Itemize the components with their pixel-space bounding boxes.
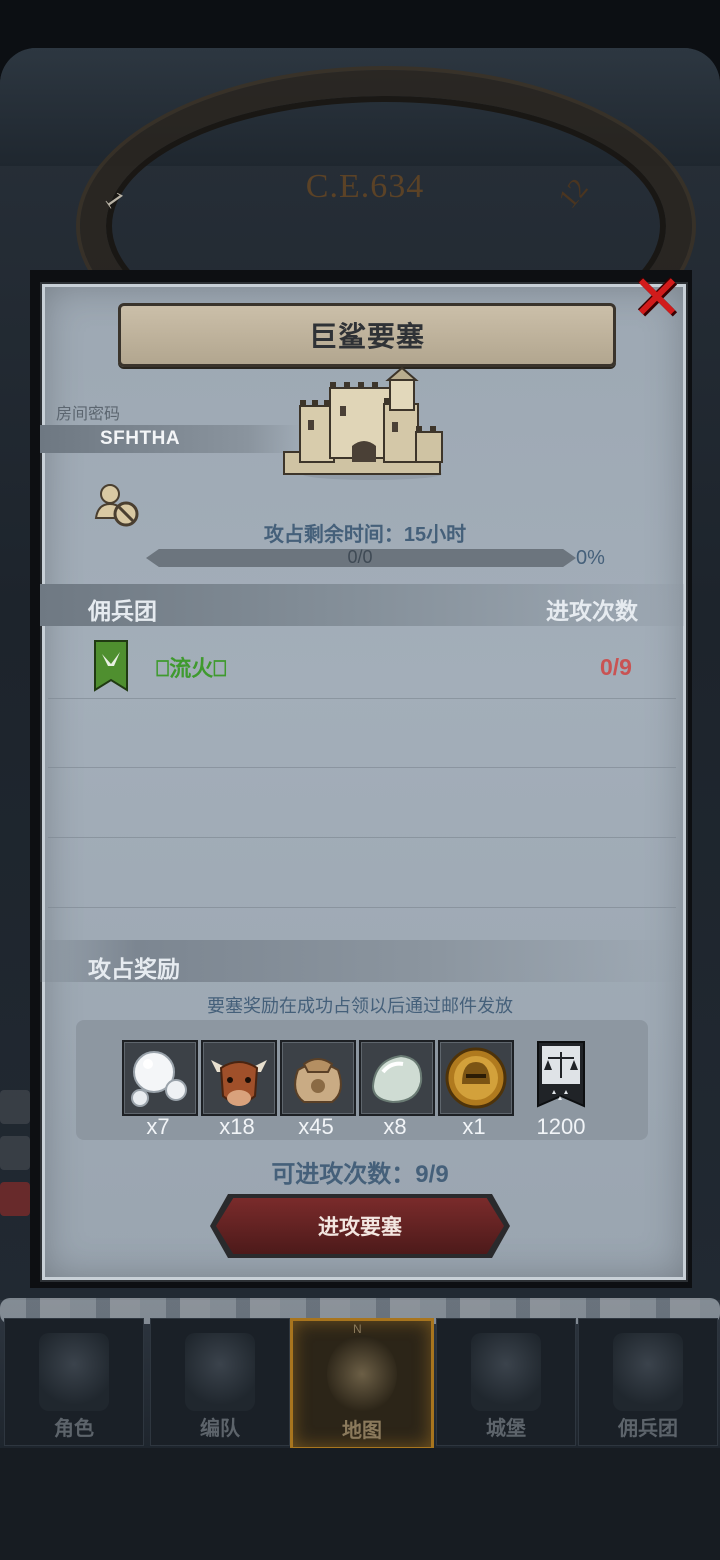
gem-stone-icon	[371, 1054, 423, 1104]
guild-name[interactable]: ⎕流火⎕	[156, 651, 226, 683]
era-label: C.E.634	[305, 168, 425, 205]
formation-icon	[185, 1333, 255, 1411]
mercenary-icon	[613, 1333, 683, 1411]
sack-icon	[294, 1058, 342, 1103]
edge-scroll-icon[interactable]	[0, 1090, 30, 1124]
capture-progress-text: 0/0	[347, 547, 373, 567]
rewards-note: 要塞奖励在成功占领以后通过邮件发放	[207, 996, 513, 1016]
reward-slot[interactable]	[528, 1040, 600, 1112]
row-divider	[48, 837, 676, 838]
reward-count: x18	[219, 1114, 255, 1139]
bottom-safe-area	[0, 1448, 720, 1560]
close-icon: ✕	[631, 264, 683, 333]
reward-count: x45	[298, 1114, 334, 1139]
reward-count: x7	[146, 1114, 170, 1139]
compass-map-icon	[327, 1335, 397, 1413]
close-button[interactable]: ✕	[628, 264, 686, 333]
edge-scroll-icon[interactable]	[0, 1136, 30, 1170]
capture-progress-percent: 0%	[576, 547, 605, 569]
castle-icon	[471, 1333, 541, 1411]
reward-count: x8	[383, 1114, 407, 1139]
row-divider	[48, 698, 676, 699]
nav-label: 佣兵团	[618, 1418, 678, 1440]
edge-swords-icon[interactable]	[0, 1182, 30, 1216]
nav-item-mercenaries[interactable]: 佣兵团	[578, 1318, 718, 1446]
pearls-icon	[131, 1051, 187, 1107]
nav-item-formation[interactable]: 编队	[150, 1318, 290, 1446]
room-code-value: SFHTHA	[100, 428, 181, 449]
room-code-label: 房间密码	[56, 406, 121, 423]
row-divider	[48, 907, 676, 908]
remaining-attempts: 可进攻次数：9/9	[271, 1161, 449, 1188]
nav-item-character[interactable]: 角色	[4, 1318, 144, 1446]
reward-slot[interactable]	[438, 1040, 514, 1116]
attack-fortress-button[interactable]: 进攻要塞	[216, 1198, 504, 1254]
nav-label: 地图	[342, 1420, 382, 1442]
dialog-title-plate: 巨鲨要塞	[118, 303, 616, 367]
attacks-header: 进攻次数	[546, 598, 638, 624]
knight-icon	[39, 1333, 109, 1411]
reward-slot[interactable]	[280, 1040, 356, 1116]
capture-time-remaining: 攻占剩余时间：15小时	[263, 524, 467, 546]
nav-label: 角色	[54, 1418, 94, 1440]
fortress-castle-icon	[283, 366, 443, 480]
cow-icon	[211, 1060, 267, 1106]
nav-label: 城堡	[486, 1418, 526, 1440]
justice-banner-icon	[537, 1041, 585, 1108]
mercenaries-header: 佣兵团	[88, 598, 157, 624]
attack-fortress-label: 进攻要塞	[318, 1216, 402, 1239]
reward-slot[interactable]	[201, 1040, 277, 1116]
nav-label: 编队	[200, 1418, 240, 1440]
rewards-header: 攻占奖励	[88, 956, 180, 982]
reward-slot[interactable]	[359, 1040, 435, 1116]
guild-attack-count: 0/9	[600, 654, 632, 680]
compass-north-label: N	[353, 1322, 362, 1336]
reward-count: x1	[462, 1114, 486, 1139]
nav-item-castle[interactable]: 城堡	[436, 1318, 576, 1446]
guild-banner-icon	[94, 640, 128, 692]
reward-slot[interactable]	[122, 1040, 198, 1116]
row-divider	[48, 767, 676, 768]
no-member-icon	[94, 484, 139, 527]
helmet-medal-icon	[445, 1047, 507, 1109]
dialog-title: 巨鲨要塞	[308, 321, 425, 352]
left-edge-items	[0, 1090, 34, 1230]
nav-item-map[interactable]: 地图	[290, 1318, 434, 1450]
reward-count: 1200	[536, 1114, 586, 1139]
